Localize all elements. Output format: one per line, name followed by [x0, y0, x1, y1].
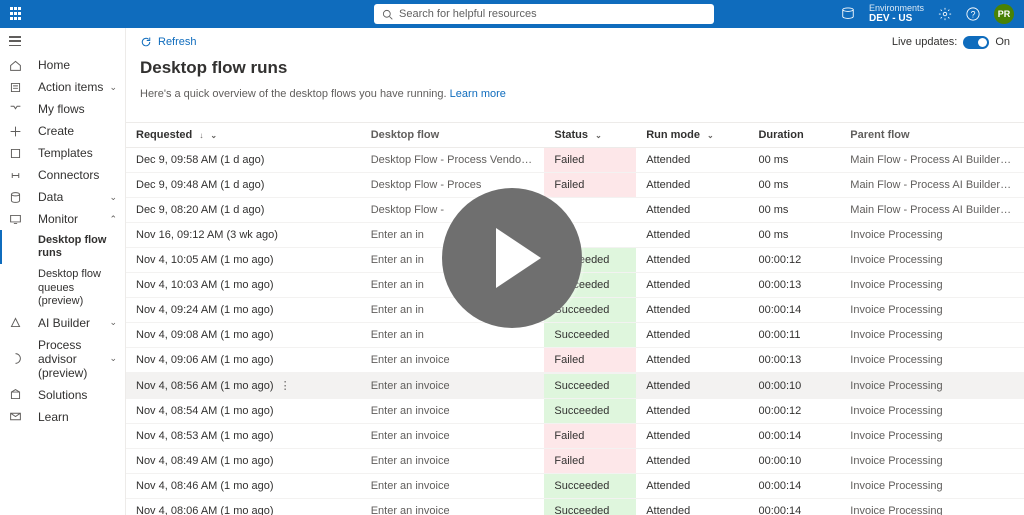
chevron-icon: ⌄ [109, 317, 117, 328]
nav-item[interactable]: Data⌄ [30, 186, 125, 208]
video-play-button[interactable] [442, 188, 582, 328]
table-row[interactable]: Nov 4, 08:49 AM (1 mo ago) Enter an invo… [126, 449, 1024, 474]
nav-item[interactable]: Learn [30, 406, 125, 428]
col-run-mode[interactable]: Run mode ⌄ [636, 123, 748, 148]
topbar-right: Environments DEV - US ? PR [841, 4, 1014, 25]
nav-icon [0, 352, 30, 366]
table-row[interactable]: Nov 4, 08:46 AM (1 mo ago) Enter an invo… [126, 474, 1024, 499]
col-requested[interactable]: Requested ↓ ⌄ [126, 123, 361, 148]
table-row[interactable]: Nov 4, 08:53 AM (1 mo ago) Enter an invo… [126, 424, 1024, 449]
nav-subitem[interactable]: Desktop flow queues (preview) [30, 264, 125, 312]
nav-collapse-button[interactable] [9, 36, 21, 46]
nav-icon [0, 102, 30, 116]
nav-item[interactable]: My flows [30, 98, 125, 120]
search-icon [382, 9, 393, 20]
nav-icon [0, 146, 30, 160]
nav-item[interactable]: Solutions [30, 384, 125, 406]
user-avatar[interactable]: PR [994, 4, 1014, 24]
col-status[interactable]: Status ⌄ [544, 123, 636, 148]
chevron-icon: ⌄ [109, 82, 117, 93]
col-parent-flow[interactable]: Parent flow [840, 123, 1024, 148]
app-topbar: Search for helpful resources Environment… [0, 0, 1024, 28]
search-placeholder: Search for helpful resources [399, 8, 537, 20]
live-updates-toggle[interactable] [963, 36, 989, 49]
nav-item[interactable]: Monitor⌃ [30, 208, 125, 230]
nav-subitem[interactable]: Desktop flow runs [30, 230, 125, 264]
table-row[interactable]: Nov 4, 09:08 AM (1 mo ago) Enter an in S… [126, 323, 1024, 348]
environment-icon[interactable] [841, 7, 855, 21]
nav-icon [0, 316, 30, 330]
nav-icon [0, 124, 30, 138]
col-desktop-flow[interactable]: Desktop flow [361, 123, 545, 148]
table-row[interactable]: Dec 9, 09:48 AM (1 d ago) Desktop Flow -… [126, 173, 1024, 198]
table-row[interactable]: Nov 4, 08:06 AM (1 mo ago) Enter an invo… [126, 499, 1024, 515]
settings-icon[interactable] [938, 7, 952, 21]
nav-icon [0, 80, 30, 94]
nav-item[interactable]: Create [30, 120, 125, 142]
col-duration[interactable]: Duration [748, 123, 840, 148]
nav-icon [0, 168, 30, 182]
live-updates-label: Live updates: [892, 36, 957, 48]
nav-item[interactable]: Action items⌄ [30, 76, 125, 98]
nav-icon [0, 410, 30, 424]
nav-icon [0, 190, 30, 204]
nav-icon [0, 388, 30, 402]
chevron-icon: ⌃ [109, 214, 117, 225]
live-updates-state: On [995, 36, 1010, 48]
nav-icon [0, 58, 30, 72]
learn-more-link[interactable]: Learn more [450, 88, 506, 100]
runs-table: Requested ↓ ⌄ Desktop flow Status ⌄ Run … [126, 123, 1024, 515]
row-more-icon[interactable]: ⋮ [274, 380, 297, 392]
nav-item[interactable]: Home [30, 54, 125, 76]
chevron-icon: ⌄ [109, 192, 117, 203]
page-title: Desktop flow runs [140, 58, 1010, 78]
global-search[interactable]: Search for helpful resources [374, 4, 714, 24]
help-icon[interactable]: ? [966, 7, 980, 21]
nav-item[interactable]: Connectors [30, 164, 125, 186]
table-row[interactable]: Nov 4, 08:56 AM (1 mo ago)⋮ Enter an inv… [126, 373, 1024, 399]
table-row[interactable]: Dec 9, 09:58 AM (1 d ago) Desktop Flow -… [126, 148, 1024, 173]
nav-item[interactable]: Templates [30, 142, 125, 164]
nav-item[interactable]: AI Builder⌄ [30, 312, 125, 334]
refresh-icon [140, 36, 152, 48]
command-bar: Refresh Live updates: On [126, 28, 1024, 56]
table-row[interactable]: Dec 9, 08:20 AM (1 d ago) Desktop Flow -… [126, 198, 1024, 223]
chevron-icon: ⌄ [109, 353, 117, 364]
table-row[interactable]: Nov 4, 08:54 AM (1 mo ago) Enter an invo… [126, 399, 1024, 424]
nav-item[interactable]: Process advisor (preview)⌄ [30, 334, 125, 384]
app-launcher-icon[interactable] [10, 7, 24, 21]
page-subtitle: Here's a quick overview of the desktop f… [140, 88, 1010, 100]
refresh-button[interactable]: Refresh [158, 36, 197, 48]
svg-text:?: ? [971, 9, 976, 19]
table-row[interactable]: Nov 4, 09:24 AM (1 mo ago) Enter an in S… [126, 298, 1024, 323]
nav-icon [0, 212, 30, 226]
table-row[interactable]: Nov 4, 09:06 AM (1 mo ago) Enter an invo… [126, 348, 1024, 373]
environment-picker[interactable]: Environments DEV - US [869, 4, 924, 25]
